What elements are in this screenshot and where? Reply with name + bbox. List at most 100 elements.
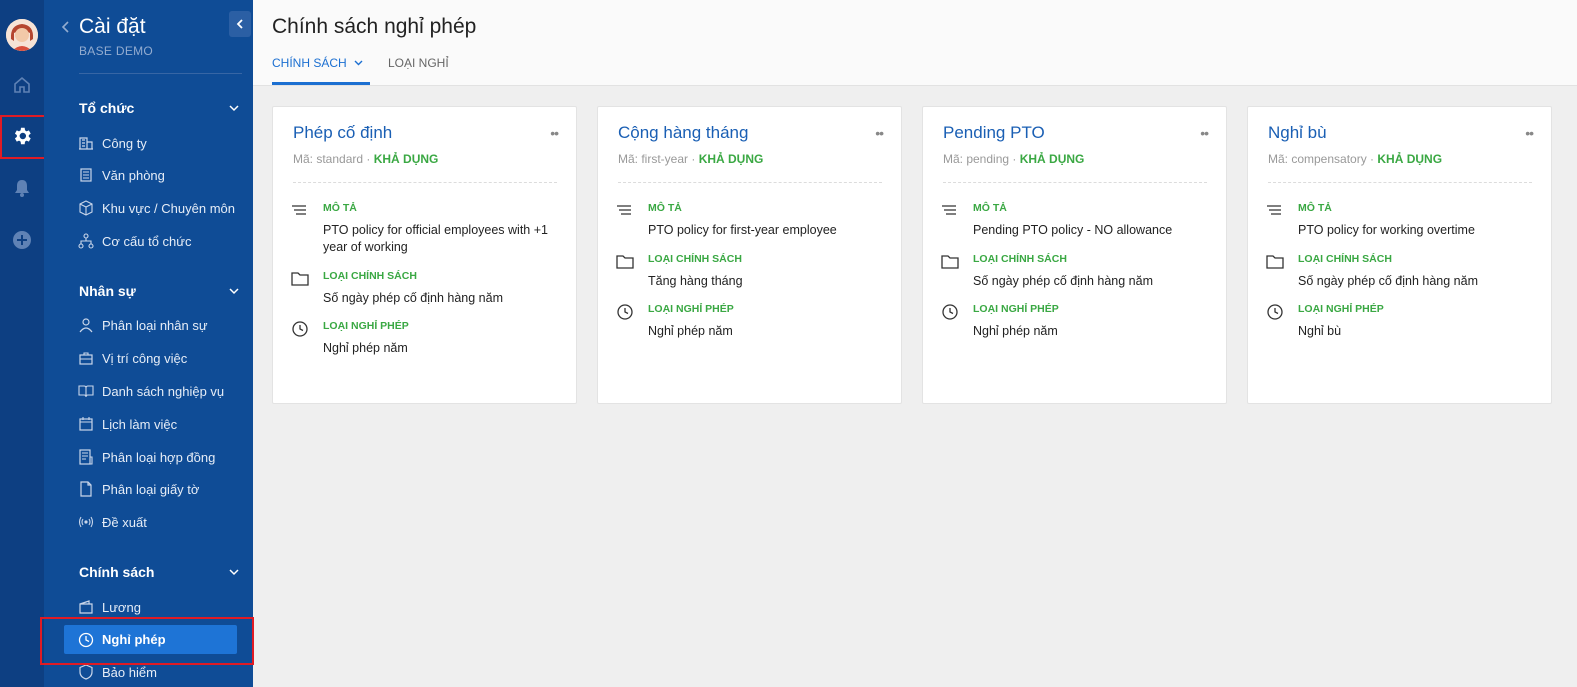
card-title[interactable]: Nghỉ bù xyxy=(1268,123,1327,143)
policy-code: Mã: standard xyxy=(293,152,364,166)
sidebar-item-van-phong[interactable]: Văn phòng xyxy=(77,164,165,186)
card-title[interactable]: Cộng hàng tháng xyxy=(618,123,748,143)
broadcast-icon xyxy=(77,513,95,531)
field-value: Nghỉ bù xyxy=(1298,324,1342,338)
sidebar-item-khu-vuc[interactable]: Khu vực / Chuyên môn xyxy=(77,197,235,219)
lines-icon xyxy=(942,205,956,215)
sidebar-item-phan-loai-nhan-su[interactable]: Phân loại nhân sự xyxy=(77,314,208,336)
status-badge: KHẢ DỤNG xyxy=(1019,152,1085,166)
card-title[interactable]: Pending PTO xyxy=(943,123,1045,143)
icon-rail xyxy=(0,0,44,687)
folder-icon xyxy=(616,255,634,269)
field-label: LOẠI CHÍNH SÁCH xyxy=(648,253,742,265)
field-value: Pending PTO policy - NO allowance xyxy=(973,223,1173,237)
active-tab-indicator xyxy=(272,82,370,85)
status-badge: KHẢ DỤNG xyxy=(698,152,764,166)
sidebar-item-label: Đề xuất xyxy=(102,514,147,530)
lines-icon xyxy=(1267,205,1281,215)
main-content: Chính sách nghỉ phép CHÍNH SÁCH LOẠI NGH… xyxy=(253,0,1577,687)
tab-label: LOẠI NGHỈ xyxy=(388,56,449,70)
back-chevron-icon[interactable] xyxy=(60,20,70,39)
chevron-down-icon xyxy=(229,104,239,111)
chevron-down-icon xyxy=(229,287,239,294)
sidebar-item-vi-tri[interactable]: Vị trí công việc xyxy=(77,347,187,369)
section-label: Tổ chức xyxy=(79,100,135,116)
sidebar-item-cong-ty[interactable]: Công ty xyxy=(77,132,147,154)
building-icon xyxy=(77,134,95,152)
sidebar-item-label: Phân loại hợp đồng xyxy=(102,449,216,465)
more-options-icon[interactable]: •• xyxy=(1200,125,1209,141)
field-label: MÔ TẢ xyxy=(323,202,357,214)
card-meta: Mã: compensatory · KHẢ DỤNG xyxy=(1268,152,1443,166)
collapse-sidebar-button[interactable] xyxy=(229,11,251,37)
field-value: Nghỉ phép năm xyxy=(648,324,733,338)
field-label: LOẠI CHÍNH SÁCH xyxy=(323,270,417,282)
page-header: Chính sách nghỉ phép CHÍNH SÁCH LOẠI NGH… xyxy=(253,0,1577,86)
field-value: Số ngày phép cố định hàng năm xyxy=(323,291,503,305)
sidebar-item-label: Công ty xyxy=(102,135,147,151)
clock-icon xyxy=(617,304,633,320)
sidebar-item-luong[interactable]: Lương xyxy=(77,596,141,618)
field-value: Nghỉ phép năm xyxy=(973,324,1058,338)
section-label: Nhân sự xyxy=(79,283,136,299)
more-options-icon[interactable]: •• xyxy=(1525,125,1534,141)
wallet-icon xyxy=(77,598,95,616)
section-nhan-su[interactable]: Nhân sự xyxy=(79,283,239,299)
status-badge: KHẢ DỤNG xyxy=(1377,152,1443,166)
calendar-icon xyxy=(77,415,95,433)
field-label: LOẠI CHÍNH SÁCH xyxy=(1298,253,1392,265)
card-meta: Mã: first-year · KHẢ DỤNG xyxy=(618,152,764,166)
sidebar-item-nghiep-vu[interactable]: Danh sách nghiệp vụ xyxy=(77,380,224,402)
folder-icon xyxy=(1266,255,1284,269)
sidebar-item-label: Phân loại nhân sự xyxy=(102,317,208,333)
home-icon[interactable] xyxy=(0,70,44,100)
sidebar-item-label: Bảo hiểm xyxy=(102,664,157,680)
folder-icon xyxy=(291,272,309,286)
divider xyxy=(293,182,557,183)
section-to-chuc[interactable]: Tổ chức xyxy=(79,100,239,116)
more-options-icon[interactable]: •• xyxy=(875,125,884,141)
status-badge: KHẢ DỤNG xyxy=(373,152,439,166)
field-value: PTO policy for first-year employee xyxy=(648,223,837,237)
sidebar-item-label: Lương xyxy=(102,599,141,615)
field-label: MÔ TẢ xyxy=(973,202,1007,214)
sidebar-item-giay-to[interactable]: Phân loại giấy tờ xyxy=(77,478,199,500)
org-chart-icon xyxy=(77,232,95,250)
bell-icon[interactable] xyxy=(0,173,44,203)
policy-card[interactable]: Nghỉ bù •• Mã: compensatory · KHẢ DỤNG M… xyxy=(1247,106,1552,404)
card-title[interactable]: Phép cố định xyxy=(293,123,392,143)
policy-code: Mã: pending xyxy=(943,152,1010,166)
sidebar-item-de-xuat[interactable]: Đề xuất xyxy=(77,511,147,533)
folder-icon xyxy=(941,255,959,269)
field-value: PTO policy for official employees with +… xyxy=(323,223,548,254)
field-label: LOẠI NGHỈ PHÉP xyxy=(1298,303,1384,315)
divider xyxy=(943,182,1207,183)
policy-card[interactable]: Pending PTO •• Mã: pending · KHẢ DỤNG MÔ… xyxy=(922,106,1227,404)
field-value: PTO policy for working overtime xyxy=(1298,223,1475,237)
settings-sidebar: Cài đặt BASE DEMO Tổ chức Công ty Văn ph… xyxy=(44,0,253,687)
sidebar-title: Cài đặt xyxy=(79,15,146,38)
tab-loai-nghi[interactable]: LOẠI NGHỈ xyxy=(388,56,449,70)
tab-chinh-sach[interactable]: CHÍNH SÁCH xyxy=(272,56,363,70)
sidebar-item-hop-dong[interactable]: Phân loại hợp đồng xyxy=(77,446,215,468)
avatar[interactable] xyxy=(6,19,38,51)
sidebar-item-lich-lam-viec[interactable]: Lịch làm việc xyxy=(77,413,177,435)
plus-circle-icon[interactable] xyxy=(0,225,44,255)
more-options-icon[interactable]: •• xyxy=(550,125,559,141)
policy-card[interactable]: Cộng hàng tháng •• Mã: first-year · KHẢ … xyxy=(597,106,902,404)
sidebar-subtitle: BASE DEMO xyxy=(79,44,154,58)
field-label: LOẠI NGHỈ PHÉP xyxy=(973,303,1059,315)
policy-card[interactable]: Phép cố định •• Mã: standard · KHẢ DỤNG … xyxy=(272,106,577,404)
section-chinh-sach[interactable]: Chính sách xyxy=(79,564,239,580)
tab-label: CHÍNH SÁCH xyxy=(272,56,347,70)
sidebar-item-co-cau[interactable]: Cơ cấu tổ chức xyxy=(77,230,191,252)
contract-icon xyxy=(77,448,95,466)
chevron-down-icon xyxy=(354,60,363,66)
card-meta: Mã: standard · KHẢ DỤNG xyxy=(293,152,439,166)
section-label: Chính sách xyxy=(79,564,155,580)
field-value: Tăng hàng tháng xyxy=(648,274,743,288)
cube-icon xyxy=(77,199,95,217)
office-icon xyxy=(77,166,95,184)
clock-icon xyxy=(1267,304,1283,320)
user-icon xyxy=(77,316,95,334)
